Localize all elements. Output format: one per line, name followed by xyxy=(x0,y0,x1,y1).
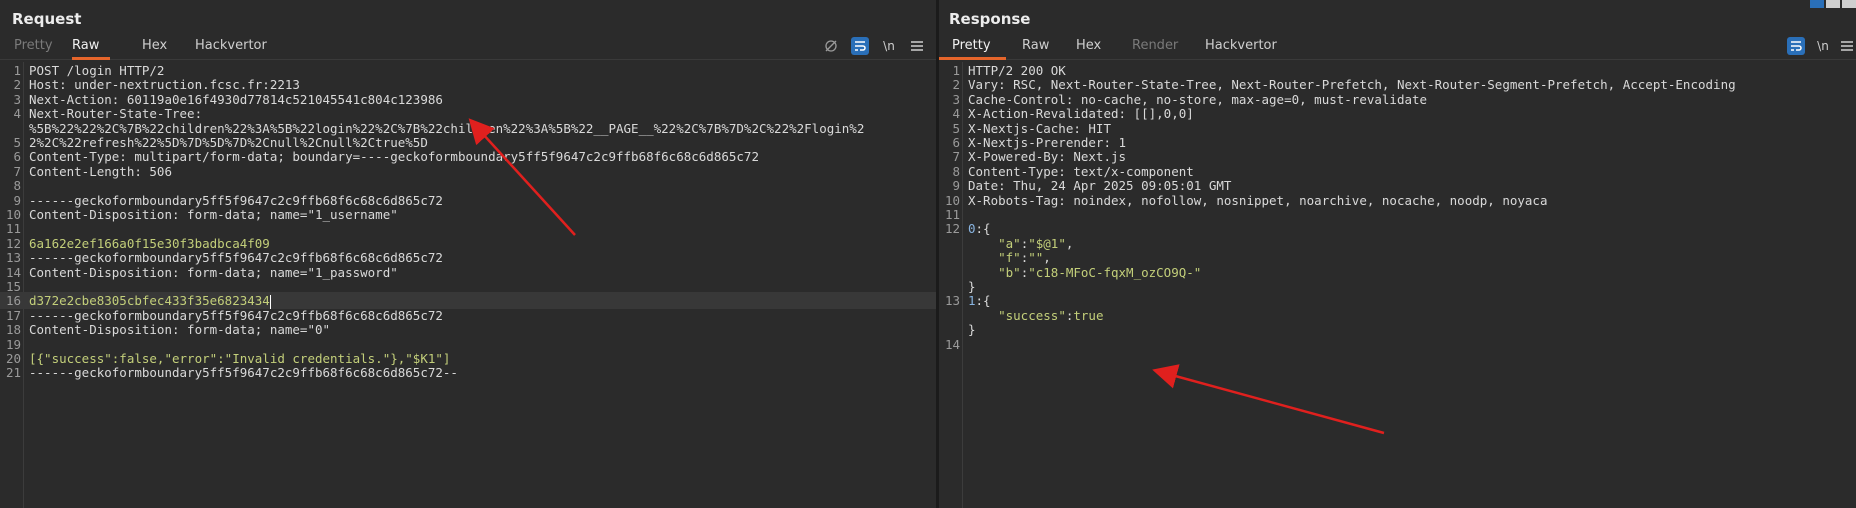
request-panel: Request Pretty Raw Hex Hackvertor \n 1 PO… xyxy=(0,0,936,508)
response-panel: Response Pretty Raw Hex Render Hackverto… xyxy=(939,0,1856,508)
menu-icon[interactable] xyxy=(908,37,926,55)
response-tab-hackvertor[interactable]: Hackvertor xyxy=(1205,38,1277,60)
eye-off-icon[interactable] xyxy=(822,37,840,55)
response-tab-raw[interactable]: Raw xyxy=(1022,38,1049,60)
layout-side-by-side-icon[interactable] xyxy=(1810,0,1824,8)
response-tabs: Pretty Raw Hex Render Hackvertor \n xyxy=(939,34,1856,60)
layout-tabs-icon[interactable] xyxy=(1842,0,1856,8)
request-tab-hex[interactable]: Hex xyxy=(142,38,167,60)
line-number: 14 xyxy=(944,336,960,352)
response-tab-hex[interactable]: Hex xyxy=(1076,38,1101,60)
newline-toggle[interactable]: \n xyxy=(1814,37,1832,55)
newline-toggle[interactable]: \n xyxy=(880,37,898,55)
request-tab-raw[interactable]: Raw xyxy=(72,38,110,60)
response-line: 14 xyxy=(939,336,1856,353)
response-tab-render[interactable]: Render xyxy=(1132,38,1178,60)
response-title: Response xyxy=(949,10,1031,28)
layout-icon[interactable] xyxy=(1810,0,1856,8)
request-title: Request xyxy=(12,10,82,28)
layout-stacked-icon[interactable] xyxy=(1826,0,1840,8)
request-editor[interactable]: 1 POST /login HTTP/2 2 Host: under-nextruct… xyxy=(0,62,936,508)
request-tab-hackvertor[interactable]: Hackvertor xyxy=(195,38,267,60)
response-editor[interactable]: 1 HTTP/2 200 OK 2 Vary: RSC, Next-Router-St… xyxy=(939,62,1856,508)
menu-icon[interactable] xyxy=(1838,37,1856,55)
wrap-icon[interactable] xyxy=(1787,37,1805,55)
response-tab-pretty[interactable]: Pretty xyxy=(939,38,1006,60)
request-line xyxy=(0,379,936,396)
request-tabs: Pretty Raw Hex Hackvertor \n xyxy=(0,34,936,60)
request-tab-pretty[interactable]: Pretty xyxy=(14,38,53,60)
wrap-icon[interactable] xyxy=(851,37,869,55)
